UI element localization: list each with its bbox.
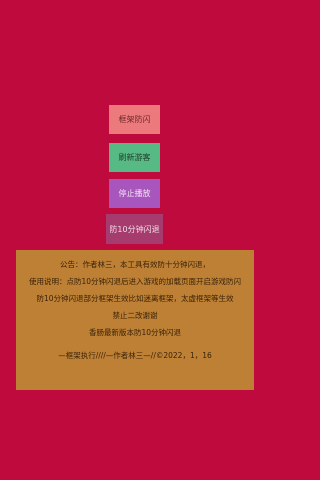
- notice-no-modify-line: 禁止二改谢谢: [112, 311, 158, 320]
- notice-panel: 公告：作者林三，本工具有效防十分钟闪退， 使用说明：点防10分钟闪退后进入游戏的…: [16, 250, 254, 390]
- notice-frames-line: 防10分钟闪退部分框架生效比如迷离框架，太虚框架等生效: [36, 294, 234, 303]
- notice-usage-line: 使用说明：点防10分钟闪退后进入游戏的加载页面开启游戏防闪: [28, 277, 242, 286]
- notice-version-line: 香肠最新版本防10分钟闪退: [88, 328, 182, 337]
- refresh-guest-button[interactable]: 刷新游客: [109, 143, 160, 172]
- notice-author-line: 公告：作者林三，本工具有效防十分钟闪退，: [60, 260, 210, 269]
- notice-signature: —框架执行////—作者林三—//©2022，1，16: [58, 351, 212, 360]
- frame-dodge-button[interactable]: 框架防闪: [109, 105, 160, 134]
- stop-play-button[interactable]: 停止播放: [109, 179, 160, 208]
- anti-dodge-10min-button[interactable]: 防10分钟闪退: [106, 214, 163, 244]
